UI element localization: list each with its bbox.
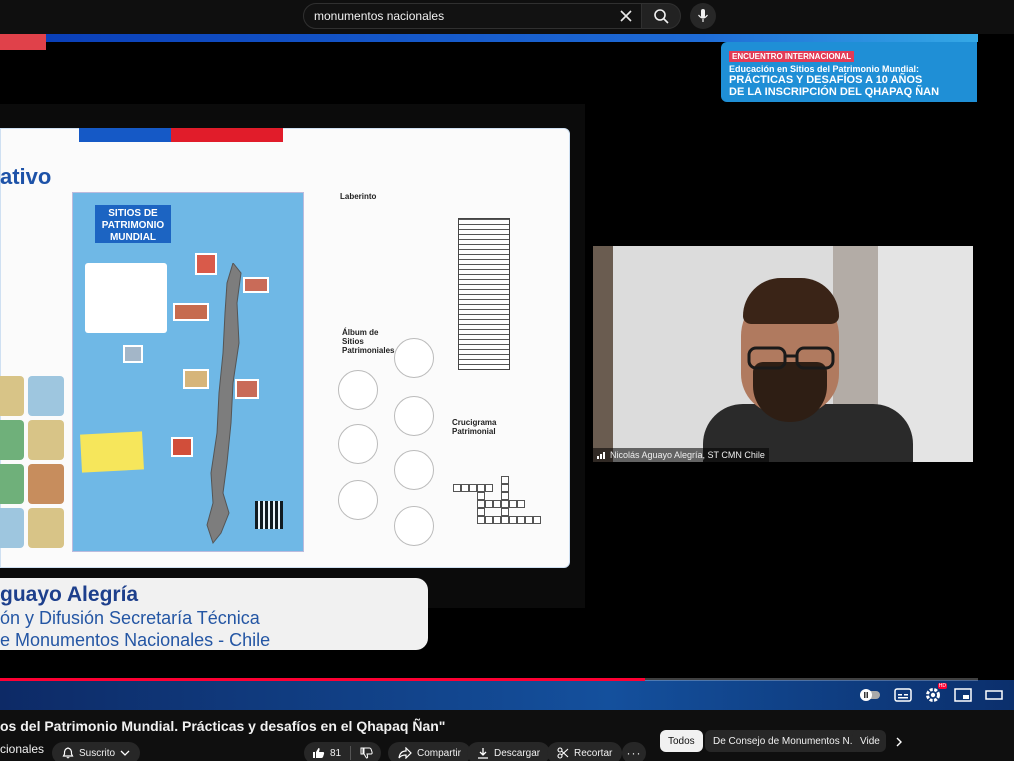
decorative-red-bar bbox=[0, 34, 46, 50]
sticky-note bbox=[80, 431, 144, 473]
heritage-poster: SITIOS DE PATRIMONIO MUNDIAL bbox=[72, 192, 304, 552]
subtitles-button[interactable] bbox=[893, 686, 913, 704]
chips-next-button[interactable] bbox=[890, 733, 908, 751]
miniplayer-button[interactable] bbox=[953, 686, 973, 704]
right-edge bbox=[978, 34, 1014, 680]
search-box[interactable] bbox=[303, 3, 642, 29]
share-label: Compartir bbox=[417, 747, 461, 759]
poster-text-box bbox=[85, 263, 167, 333]
slide-title: ativo bbox=[0, 164, 52, 189]
autoplay-toggle-icon bbox=[860, 689, 880, 701]
speaker-name: guayo Alegría bbox=[0, 583, 139, 606]
decorative-blue-bar bbox=[46, 34, 978, 42]
crossword-heading: Crucigrama Patrimonial bbox=[452, 418, 497, 436]
like-button[interactable]: 81 bbox=[312, 747, 341, 759]
album-heading: Álbum de Sitios Patrimoniales bbox=[342, 328, 395, 355]
subtitles-icon bbox=[894, 688, 912, 702]
share-icon bbox=[398, 747, 412, 759]
speaker-role: ón y Difusión Secretaría Técnica bbox=[0, 608, 260, 628]
download-icon bbox=[478, 748, 488, 759]
progress-bar-fill bbox=[0, 678, 646, 681]
participant-name: Nicolás Aguayo Alegría, ST CMN Chile bbox=[610, 450, 765, 460]
poster-title: SITIOS DE PATRIMONIO MUNDIAL bbox=[95, 205, 171, 243]
chevron-down-icon bbox=[120, 750, 130, 756]
search-button[interactable] bbox=[641, 3, 681, 29]
download-label: Descargar bbox=[494, 747, 541, 759]
like-count: 81 bbox=[330, 747, 342, 759]
slide-color-bar bbox=[79, 128, 283, 142]
search-input[interactable] bbox=[304, 4, 604, 28]
crossword-grid-icon bbox=[453, 476, 549, 548]
player-controls: HD bbox=[0, 680, 1014, 710]
progress-bar[interactable] bbox=[0, 678, 978, 681]
thumbs-down-icon[interactable] bbox=[360, 747, 373, 759]
video-player[interactable]: ENCUENTRO INTERNACIONAL Educación en Sit… bbox=[0, 34, 978, 680]
signal-bars-icon bbox=[597, 452, 605, 459]
theater-mode-button[interactable] bbox=[984, 686, 1004, 704]
chip-all[interactable]: Todos bbox=[660, 730, 703, 752]
youtube-watch-page: ENCUENTRO INTERNACIONAL Educación en Sit… bbox=[0, 0, 1014, 761]
speaker-organization: e Monumentos Nacionales - Chile bbox=[0, 630, 271, 650]
subscribed-label: Suscrito bbox=[79, 747, 116, 759]
glasses-icon bbox=[747, 346, 835, 370]
shared-slide: ativo SITIOS DE PATRIMONIO MUNDIAL Laber… bbox=[0, 104, 585, 608]
maze-icon bbox=[458, 218, 510, 370]
chip-channel[interactable]: De Consejo de Monumentos N... bbox=[705, 730, 867, 752]
settings-button[interactable]: HD bbox=[923, 683, 947, 704]
speaker-lower-third: guayo Alegría ón y Difusión Secretaría T… bbox=[0, 578, 428, 650]
banner-title-line1: PRÁCTICAS Y DESAFÍOS A 10 AÑOS bbox=[729, 74, 923, 86]
bell-icon bbox=[62, 747, 74, 759]
more-actions-button[interactable]: ··· bbox=[622, 742, 646, 761]
autoplay-toggle[interactable] bbox=[860, 686, 880, 704]
share-button[interactable]: Compartir bbox=[388, 742, 471, 761]
theater-mode-icon bbox=[985, 690, 1003, 700]
clear-search-icon[interactable] bbox=[617, 7, 635, 25]
stamp-thumbnails bbox=[0, 376, 66, 552]
participant-label: Nicolás Aguayo Alegría, ST CMN Chile bbox=[593, 448, 769, 462]
qr-code-icon bbox=[255, 501, 283, 529]
search-icon bbox=[654, 9, 669, 24]
clip-label: Recortar bbox=[574, 747, 613, 759]
activity-worksheet: Laberinto Álbum de Sitios Patrimoniales … bbox=[328, 188, 560, 558]
like-dislike-group: 81 bbox=[304, 742, 382, 761]
download-button[interactable]: Descargar bbox=[467, 742, 551, 761]
clip-button[interactable]: Recortar bbox=[547, 742, 623, 761]
masthead bbox=[0, 0, 1014, 34]
miniplayer-icon bbox=[954, 688, 972, 702]
thumbs-up-icon bbox=[313, 748, 325, 758]
banner-tag: ENCUENTRO INTERNACIONAL bbox=[729, 51, 855, 62]
microphone-icon bbox=[698, 9, 708, 22]
participant-webcam: Nicolás Aguayo Alegría, ST CMN Chile bbox=[593, 246, 973, 462]
chile-map-icon bbox=[206, 263, 242, 545]
chip-videos[interactable]: Vide bbox=[852, 730, 886, 752]
hd-badge: HD bbox=[937, 683, 947, 689]
banner-title-line2: DE LA INSCRIPCIÓN DEL QHAPAQ ÑAN bbox=[729, 86, 940, 98]
more-icon: ··· bbox=[626, 746, 642, 760]
banner-subtitle: Educación en Sitios del Patrimonio Mundi… bbox=[729, 64, 920, 74]
channel-name[interactable]: cionales bbox=[0, 742, 44, 756]
labyrinth-heading: Laberinto bbox=[340, 192, 377, 201]
voice-search-button[interactable] bbox=[690, 3, 716, 29]
subscribed-button[interactable]: Suscrito bbox=[52, 742, 141, 761]
scissors-icon bbox=[557, 747, 569, 759]
video-title: os del Patrimonio Mundial. Prácticas y d… bbox=[0, 718, 446, 734]
chevron-right-icon bbox=[896, 737, 902, 747]
event-banner: ENCUENTRO INTERNACIONAL Educación en Sit… bbox=[721, 42, 977, 102]
